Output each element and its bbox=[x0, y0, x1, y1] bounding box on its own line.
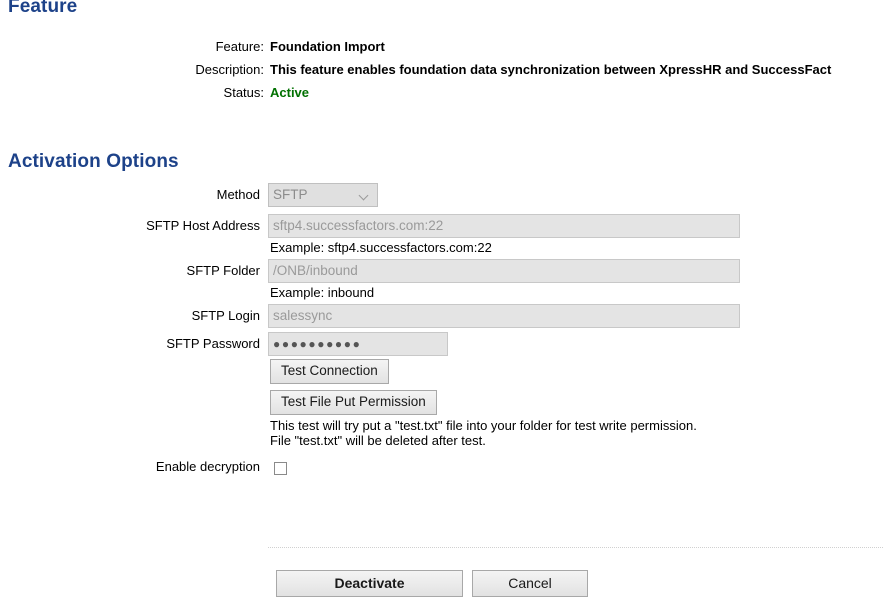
form-row-test-connection: Test Connection bbox=[0, 356, 883, 384]
description-value: This feature enables foundation data syn… bbox=[270, 62, 832, 77]
sftp-folder-label: SFTP Folder bbox=[186, 263, 260, 278]
form-row-password: SFTP Password ●●●●●●●●●● bbox=[0, 332, 883, 356]
activation-options-title: Activation Options bbox=[8, 151, 179, 172]
form-row-test-put: Test File Put Permission This test will … bbox=[0, 387, 883, 448]
sftp-password-label: SFTP Password bbox=[166, 336, 260, 351]
footer-divider bbox=[268, 547, 883, 548]
summary-row-status: Status: Active bbox=[0, 85, 883, 108]
form-row-method: Method SFTP bbox=[0, 183, 883, 207]
form-row-login: SFTP Login salessync bbox=[0, 304, 883, 328]
test-connection-button[interactable]: Test Connection bbox=[270, 359, 389, 384]
feature-value: Foundation Import bbox=[270, 39, 385, 54]
description-label: Description: bbox=[195, 62, 264, 77]
test-put-note-line-2: File "test.txt" will be deleted after te… bbox=[270, 433, 486, 448]
summary-row-description: Description: This feature enables founda… bbox=[0, 62, 883, 85]
enable-decryption-label: Enable decryption bbox=[155, 459, 260, 474]
form-row-decryption: Enable decryption bbox=[0, 457, 883, 478]
sftp-host-label: SFTP Host Address bbox=[146, 218, 260, 233]
test-file-put-permission-button[interactable]: Test File Put Permission bbox=[270, 390, 437, 415]
sftp-folder-example: Example: inbound bbox=[270, 285, 375, 300]
summary-row-feature: Feature: Foundation Import bbox=[0, 39, 883, 62]
form-row-folder: SFTP Folder /ONB/inbound Example: inboun… bbox=[0, 259, 883, 302]
enable-decryption-checkbox[interactable] bbox=[274, 462, 287, 475]
footer-actions: Deactivate Cancel bbox=[276, 570, 588, 597]
test-put-note-line-1: This test will try put a "test.txt" file… bbox=[270, 418, 697, 433]
sftp-login-input[interactable]: salessync bbox=[268, 304, 740, 328]
chevron-down-icon bbox=[359, 190, 370, 201]
cancel-button[interactable]: Cancel bbox=[472, 570, 588, 597]
status-label: Status: bbox=[223, 85, 264, 100]
form-row-host: SFTP Host Address sftp4.successfactors.c… bbox=[0, 214, 883, 257]
feature-summary: Feature: Foundation Import Description: … bbox=[0, 39, 883, 108]
sftp-host-example: Example: sftp4.successfactors.com:22 bbox=[270, 240, 492, 255]
method-label: Method bbox=[216, 187, 260, 202]
sftp-folder-input[interactable]: /ONB/inbound bbox=[268, 259, 740, 283]
method-select[interactable]: SFTP bbox=[268, 183, 378, 207]
page-title: Feature bbox=[8, 0, 78, 17]
deactivate-button[interactable]: Deactivate bbox=[276, 570, 463, 597]
method-select-value: SFTP bbox=[273, 187, 308, 202]
sftp-password-input[interactable]: ●●●●●●●●●● bbox=[268, 332, 448, 356]
feature-label: Feature: bbox=[215, 39, 264, 54]
activation-options-form: Method SFTP SFTP Host Address sftp4.succ… bbox=[0, 183, 883, 478]
sftp-login-label: SFTP Login bbox=[191, 308, 260, 323]
sftp-host-input[interactable]: sftp4.successfactors.com:22 bbox=[268, 214, 740, 238]
status-badge: Active bbox=[270, 85, 310, 100]
